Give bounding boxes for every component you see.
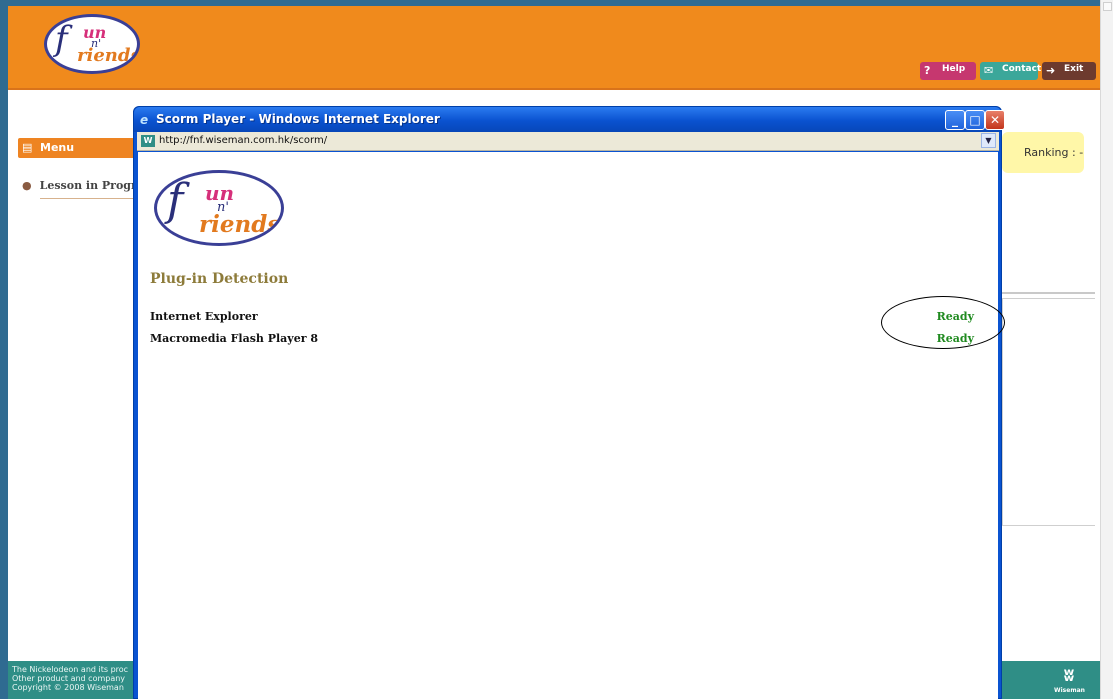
divider [1002, 292, 1095, 294]
wiseman-logo: ʬ Wiseman [1054, 665, 1085, 694]
logo-letter-f: f [55, 19, 68, 59]
annotation-circle [881, 296, 1005, 349]
logo-letter-f: f [167, 175, 184, 226]
window-titlebar[interactable]: e Scorm Player - Windows Internet Explor… [134, 107, 1005, 132]
site-favicon-icon: W [141, 135, 155, 147]
maximize-icon: □ [969, 113, 981, 127]
page-scrollbar[interactable] [1100, 0, 1113, 699]
window-title: Scorm Player - Windows Internet Explorer [156, 112, 440, 126]
address-bar[interactable]: W http://fnf.wiseman.com.hk/scorm/ ▼ [137, 132, 999, 151]
exit-label: Exit [1064, 64, 1084, 74]
logo-text-riends: riends [77, 45, 140, 66]
bullet-icon: ● [22, 179, 32, 192]
question-icon: ? [924, 64, 931, 77]
maximize-button[interactable]: □ [965, 110, 985, 130]
scorm-player-window: e Scorm Player - Windows Internet Explor… [133, 106, 1005, 699]
lesson-label: Lesson in Progre [39, 179, 144, 192]
plugin-name: Macromedia Flash Player 8 [150, 332, 318, 345]
divider [40, 198, 136, 199]
exit-icon: ➜ [1046, 64, 1056, 77]
plugin-name: Internet Explorer [150, 310, 258, 323]
wiseman-label: Wiseman [1054, 687, 1085, 694]
chevron-down-icon: ▼ [985, 136, 992, 145]
address-url[interactable]: http://fnf.wiseman.com.hk/scorm/ [159, 135, 327, 146]
fun-n-friends-logo: f un n' riends [154, 170, 284, 246]
plugin-row-internet-explorer: Internet Explorer Ready [150, 310, 974, 326]
help-button[interactable]: ? Help [920, 62, 976, 80]
ranking-badge: Ranking : - [1002, 132, 1084, 173]
scroll-up-arrow-icon[interactable] [1103, 2, 1112, 11]
plugin-row-flash-player: Macromedia Flash Player 8 Ready [150, 332, 974, 348]
content-panel [1002, 298, 1095, 526]
contact-label: Contact [1002, 64, 1042, 74]
footer-legal-text: The Nickelodeon and its proc Other produ… [12, 665, 129, 692]
address-dropdown-button[interactable]: ▼ [981, 133, 996, 148]
popup-content: f un n' riends Plug-in Detection Interne… [138, 152, 1005, 699]
sidebar-item-lesson-in-progress[interactable]: ● Lesson in Progre [22, 179, 144, 192]
envelope-icon: ✉ [984, 64, 994, 77]
plugin-detection-heading: Plug-in Detection [150, 271, 289, 287]
minimize-icon: _ [952, 113, 958, 127]
minimize-button[interactable]: _ [945, 110, 965, 130]
contact-button[interactable]: ✉ Contact [980, 62, 1042, 80]
close-button[interactable]: ✕ [985, 110, 1005, 130]
menu-label: Menu [40, 141, 75, 154]
menu-header[interactable]: ▤ Menu [18, 138, 136, 158]
internet-explorer-icon: e [140, 113, 149, 127]
book-icon: ▤ [22, 141, 33, 154]
exit-button[interactable]: ➜ Exit [1042, 62, 1096, 80]
help-label: Help [942, 64, 966, 74]
fun-n-friends-logo[interactable]: f un n' riends [44, 14, 140, 74]
ranking-label: Ranking : - [1024, 146, 1084, 159]
logo-text-riends: riends [199, 211, 281, 238]
close-icon: ✕ [989, 113, 1001, 127]
